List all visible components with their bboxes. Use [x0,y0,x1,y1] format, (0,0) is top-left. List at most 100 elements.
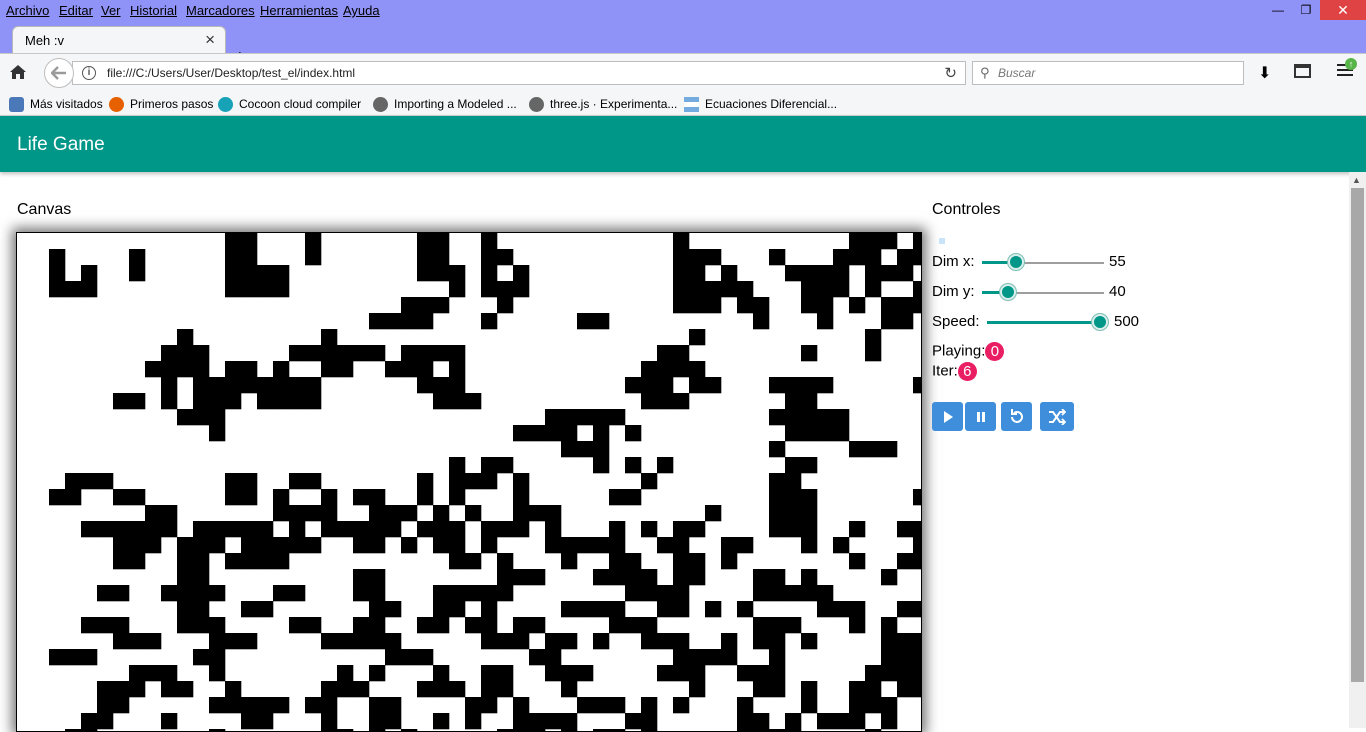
live-cell[interactable] [801,377,818,394]
live-cell[interactable] [241,537,258,554]
live-cell[interactable] [625,553,642,570]
live-cell[interactable] [113,681,130,698]
live-cell[interactable] [897,601,914,618]
live-cell[interactable] [673,697,690,714]
live-cell[interactable] [817,281,834,298]
live-cell[interactable] [65,489,82,506]
live-cell[interactable] [785,617,802,634]
live-cell[interactable] [801,281,818,298]
live-cell[interactable] [721,553,738,570]
live-cell[interactable] [625,569,642,586]
live-cell[interactable] [369,537,386,554]
live-cell[interactable] [305,345,322,362]
live-cell[interactable] [433,233,450,250]
live-cell[interactable] [641,569,658,586]
live-cell[interactable] [833,537,850,554]
live-cell[interactable] [433,521,450,538]
live-cell[interactable] [913,281,921,298]
live-cell[interactable] [785,265,802,282]
live-cell[interactable] [321,505,338,522]
live-cell[interactable] [353,633,370,650]
live-cell[interactable] [561,553,578,570]
live-cell[interactable] [321,489,338,506]
live-cell[interactable] [337,681,354,698]
live-cell[interactable] [913,297,921,314]
live-cell[interactable] [257,265,274,282]
live-cell[interactable] [369,617,386,634]
live-cell[interactable] [913,601,921,618]
live-cell[interactable] [545,537,562,554]
live-cell[interactable] [769,617,786,634]
live-cell[interactable] [817,297,834,314]
live-cell[interactable] [81,729,98,731]
bookmark-ecuaciones[interactable]: Ecuaciones Diferencial... [684,95,837,113]
live-cell[interactable] [65,281,82,298]
live-cell[interactable] [481,585,498,602]
live-cell[interactable] [305,377,322,394]
live-cell[interactable] [369,633,386,650]
live-cell[interactable] [385,697,402,714]
live-cell[interactable] [113,553,130,570]
live-cell[interactable] [161,393,178,410]
live-cell[interactable] [337,361,354,378]
live-cell[interactable] [529,649,546,666]
live-cell[interactable] [881,649,898,666]
live-cell[interactable] [753,313,770,330]
live-cell[interactable] [353,521,370,538]
live-cell[interactable] [625,489,642,506]
live-cell[interactable] [97,681,114,698]
life-canvas[interactable] [16,232,922,732]
menu-herramientas[interactable]: Herramientas [260,3,338,18]
menu-archivo[interactable]: Archivo [6,3,49,18]
live-cell[interactable] [897,649,914,666]
live-cell[interactable] [129,665,146,682]
live-cell[interactable] [321,729,338,731]
live-cell[interactable] [177,601,194,618]
live-cell[interactable] [897,521,914,538]
live-cell[interactable] [81,713,98,730]
live-cell[interactable] [689,681,706,698]
live-cell[interactable] [161,505,178,522]
live-cell[interactable] [241,265,258,282]
live-cell[interactable] [481,617,498,634]
live-cell[interactable] [385,601,402,618]
live-cell[interactable] [257,601,274,618]
live-cell[interactable] [913,633,921,650]
minimize-icon[interactable]: — [1264,0,1292,20]
live-cell[interactable] [865,665,882,682]
live-cell[interactable] [481,521,498,538]
live-cell[interactable] [561,441,578,458]
live-cell[interactable] [769,489,786,506]
live-cell[interactable] [97,713,114,730]
live-cell[interactable] [673,649,690,666]
live-cell[interactable] [737,697,754,714]
live-cell[interactable] [609,409,626,426]
live-cell[interactable] [129,489,146,506]
live-cell[interactable] [465,617,482,634]
live-cell[interactable] [705,601,722,618]
live-cell[interactable] [721,649,738,666]
live-cell[interactable] [449,585,466,602]
live-cell[interactable] [849,713,866,730]
live-cell[interactable] [241,361,258,378]
live-cell[interactable] [673,345,690,362]
live-cell[interactable] [737,297,754,314]
live-cell[interactable] [465,713,482,730]
live-cell[interactable] [673,281,690,298]
live-cell[interactable] [513,489,530,506]
live-cell[interactable] [833,281,850,298]
live-cell[interactable] [241,633,258,650]
live-cell[interactable] [241,553,258,570]
live-cell[interactable] [833,601,850,618]
live-cell[interactable] [769,377,786,394]
live-cell[interactable] [225,681,242,698]
live-cell[interactable] [129,265,146,282]
live-cell[interactable] [161,665,178,682]
live-cell[interactable] [417,473,434,490]
live-cell[interactable] [881,665,898,682]
live-cell[interactable] [481,681,498,698]
live-cell[interactable] [897,665,914,682]
live-cell[interactable] [801,457,818,474]
live-cell[interactable] [433,265,450,282]
live-cell[interactable] [817,313,834,330]
